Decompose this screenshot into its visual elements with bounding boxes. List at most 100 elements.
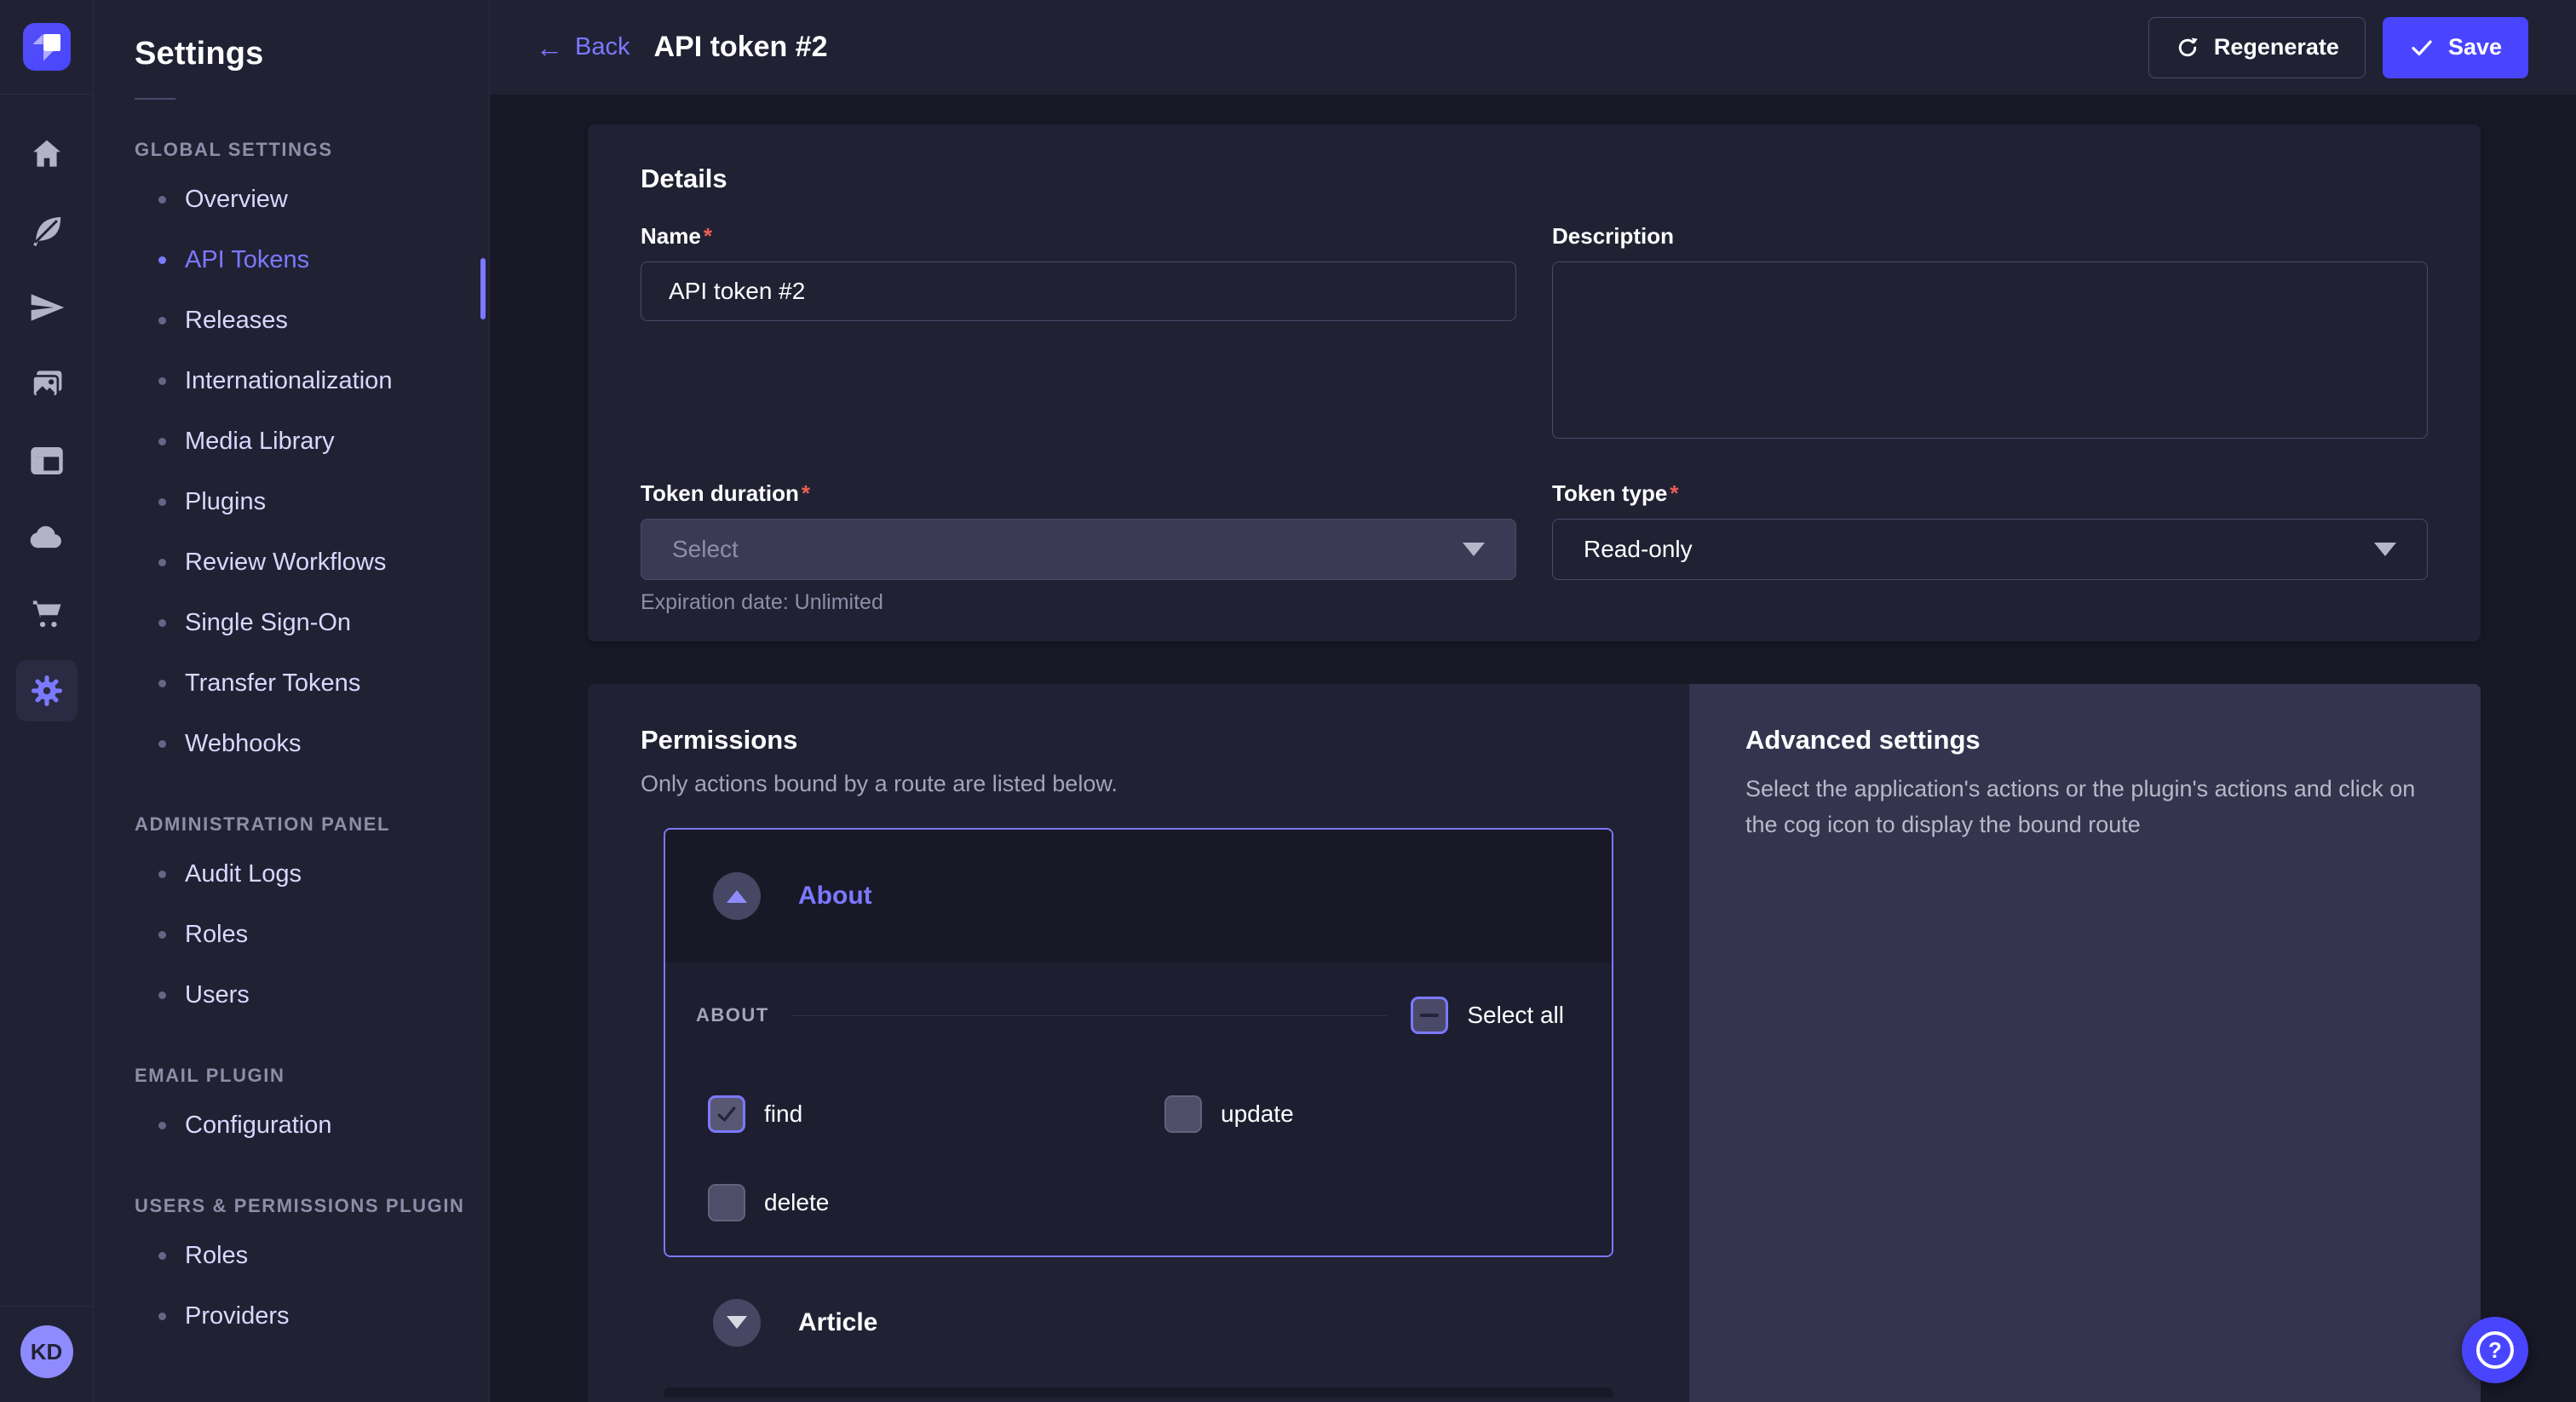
gear-icon bbox=[28, 672, 66, 710]
sidebar-title: Settings bbox=[135, 36, 489, 72]
home-icon bbox=[28, 135, 66, 173]
pictures-icon bbox=[28, 365, 66, 403]
check-icon bbox=[2409, 35, 2435, 60]
sidebar-item-media-library[interactable]: Media Library bbox=[135, 411, 489, 472]
sidebar-item-transfer-tokens[interactable]: Transfer Tokens bbox=[135, 653, 489, 714]
required-asterisk: * bbox=[704, 223, 712, 249]
bullet-icon bbox=[158, 1122, 166, 1129]
description-textarea[interactable] bbox=[1552, 261, 2428, 439]
indeterminate-dash-icon bbox=[1420, 1014, 1439, 1017]
expand-toggle-button[interactable] bbox=[713, 1299, 761, 1347]
app-root: KD Settings GLOBAL SETTINGS Overview API… bbox=[0, 0, 2576, 1402]
bullet-icon bbox=[158, 196, 166, 204]
token-duration-placeholder: Select bbox=[672, 536, 739, 563]
cloud-icon bbox=[28, 519, 66, 556]
details-title: Details bbox=[641, 164, 2428, 194]
chevron-down-icon bbox=[1463, 543, 1485, 556]
sidebar-item-plugins[interactable]: Plugins bbox=[135, 472, 489, 532]
update-checkbox[interactable] bbox=[1164, 1095, 1202, 1133]
sidebar-item-admin-users[interactable]: Users bbox=[135, 965, 489, 1026]
bullet-icon bbox=[158, 256, 166, 264]
next-accordion-header[interactable] bbox=[664, 1388, 1613, 1398]
sidebar-item-audit-logs[interactable]: Audit Logs bbox=[135, 844, 489, 905]
bullet-icon bbox=[158, 498, 166, 506]
rail-item-deploy[interactable] bbox=[16, 277, 78, 338]
rail-item-cloud[interactable] bbox=[16, 507, 78, 568]
delete-checkbox[interactable] bbox=[708, 1184, 745, 1221]
check-icon bbox=[714, 1101, 739, 1127]
select-all-label: Select all bbox=[1467, 1002, 1564, 1029]
action-delete: delete bbox=[708, 1184, 1164, 1221]
title-divider bbox=[135, 98, 175, 100]
sidebar-item-admin-roles[interactable]: Roles bbox=[135, 905, 489, 965]
regenerate-button[interactable]: Regenerate bbox=[2148, 17, 2366, 78]
sidebar-item-review-workflows[interactable]: Review Workflows bbox=[135, 532, 489, 593]
icon-rail: KD bbox=[0, 0, 94, 1402]
token-duration-select[interactable]: Select bbox=[641, 519, 1516, 580]
main-area: ← Back API token #2 Regenerate Save bbox=[490, 0, 2576, 1402]
back-link[interactable]: ← Back bbox=[536, 33, 630, 61]
sidebar-item-email-configuration[interactable]: Configuration bbox=[135, 1095, 489, 1156]
required-asterisk: * bbox=[802, 480, 810, 506]
sidebar-item-internationalization[interactable]: Internationalization bbox=[135, 351, 489, 411]
permissions-section: Permissions Only actions bound by a rout… bbox=[588, 684, 2481, 1402]
sidebar-item-overview[interactable]: Overview bbox=[135, 170, 489, 230]
about-section-label: ABOUT bbox=[696, 1004, 769, 1026]
logo-shape bbox=[33, 34, 43, 44]
expiration-hint: Expiration date: Unlimited bbox=[641, 590, 1516, 615]
token-type-select[interactable]: Read-only bbox=[1552, 519, 2428, 580]
help-button[interactable]: ? bbox=[2462, 1317, 2528, 1383]
feather-icon bbox=[28, 212, 66, 250]
collapse-toggle-button[interactable] bbox=[713, 872, 761, 920]
triangle-down-icon bbox=[727, 1316, 747, 1329]
strapi-logo-icon[interactable] bbox=[23, 23, 71, 71]
accordion-about-label: About bbox=[798, 882, 872, 911]
logo-area bbox=[0, 0, 93, 95]
advanced-settings-description: Select the application's actions or the … bbox=[1745, 771, 2429, 842]
rail-nav bbox=[16, 124, 78, 1306]
sidebar-item-api-tokens[interactable]: API Tokens bbox=[135, 230, 489, 290]
name-input[interactable] bbox=[641, 261, 1516, 321]
sidebar-item-releases[interactable]: Releases bbox=[135, 290, 489, 351]
about-actions-grid: find update delete bbox=[708, 1095, 1564, 1221]
permissions-subtitle: Only actions bound by a route are listed… bbox=[641, 771, 1636, 797]
divider bbox=[793, 1015, 1388, 1016]
settings-sidebar: Settings GLOBAL SETTINGS Overview API To… bbox=[94, 0, 490, 1402]
sidebar-item-single-sign-on[interactable]: Single Sign-On bbox=[135, 593, 489, 653]
cart-icon bbox=[28, 595, 66, 633]
advanced-settings-title: Advanced settings bbox=[1745, 725, 2429, 756]
token-duration-field-group: Token duration* Select Expiration date: … bbox=[641, 480, 1516, 615]
token-type-value: Read-only bbox=[1584, 536, 1693, 563]
topbar-actions: Regenerate Save bbox=[2148, 17, 2528, 78]
rail-item-content-type-builder[interactable] bbox=[16, 430, 78, 491]
rail-item-home[interactable] bbox=[16, 124, 78, 185]
rail-item-marketplace[interactable] bbox=[16, 583, 78, 645]
sidebar-item-up-providers[interactable]: Providers bbox=[135, 1286, 489, 1347]
section-label-administration-panel: ADMINISTRATION PANEL bbox=[135, 805, 489, 844]
rail-item-settings[interactable] bbox=[16, 660, 78, 721]
sidebar-item-webhooks[interactable]: Webhooks bbox=[135, 714, 489, 774]
rail-item-content[interactable] bbox=[16, 200, 78, 261]
bullet-icon bbox=[158, 619, 166, 627]
back-arrow-icon: ← bbox=[536, 34, 563, 61]
select-all-checkbox[interactable] bbox=[1411, 997, 1448, 1034]
sidebar-item-up-roles[interactable]: Roles bbox=[135, 1226, 489, 1286]
permissions-card: Permissions Only actions bound by a rout… bbox=[588, 684, 1689, 1402]
accordion-article-header[interactable]: Article bbox=[641, 1257, 1636, 1388]
sidebar-scrollbar-thumb[interactable] bbox=[480, 258, 486, 319]
chevron-down-icon bbox=[2374, 543, 2396, 556]
rail-item-media-library[interactable] bbox=[16, 353, 78, 415]
token-type-field-group: Token type* Read-only bbox=[1552, 480, 2428, 615]
save-button[interactable]: Save bbox=[2383, 17, 2528, 78]
bullet-icon bbox=[158, 438, 166, 445]
description-label: Description bbox=[1552, 223, 2428, 250]
refresh-icon bbox=[2175, 35, 2200, 60]
bullet-icon bbox=[158, 1313, 166, 1320]
permissions-title: Permissions bbox=[641, 725, 1636, 756]
token-type-label: Token type* bbox=[1552, 480, 2428, 507]
find-checkbox[interactable] bbox=[708, 1095, 745, 1133]
bullet-icon bbox=[158, 740, 166, 748]
accordion-about-header[interactable]: About bbox=[665, 830, 1612, 962]
details-fields-row2: Token duration* Select Expiration date: … bbox=[641, 480, 2428, 615]
user-avatar[interactable]: KD bbox=[20, 1325, 73, 1378]
